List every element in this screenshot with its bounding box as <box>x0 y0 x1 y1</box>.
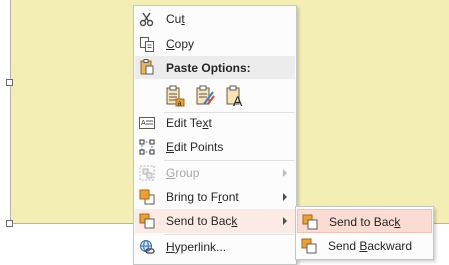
menu-item-edit-points[interactable]: Edit Points <box>135 135 295 159</box>
submenu-item-label: Send to Back <box>329 215 401 229</box>
menu-item-send-to-back[interactable]: Send to Back <box>135 209 295 233</box>
paste-picture-icon[interactable] <box>194 84 216 108</box>
hyperlink-icon <box>138 238 156 256</box>
resize-handle-left[interactable] <box>6 79 13 86</box>
menu-item-label: Send to Back <box>166 214 238 228</box>
send-backward-icon <box>300 237 318 255</box>
menu-item-group: Group <box>135 161 295 185</box>
slide-canvas <box>0 0 10 224</box>
send-to-back-submenu: Send to Back Send Backward <box>295 206 434 260</box>
edit-points-icon <box>138 138 156 156</box>
paste-options-label: Paste Options: <box>166 61 251 75</box>
menu-item-bring-to-front[interactable]: Bring to Front <box>135 185 295 209</box>
context-menu: Cut Copy Paste Options: a A A Edit Text … <box>133 5 297 265</box>
menu-item-hyperlink[interactable]: Hyperlink... <box>135 235 295 259</box>
svg-text:a: a <box>178 100 182 107</box>
scissors-icon <box>138 10 156 28</box>
group-icon <box>138 164 156 182</box>
svg-text:A: A <box>141 120 146 127</box>
menu-item-label: Cut <box>166 12 185 26</box>
edit-text-icon: A <box>138 114 156 132</box>
send-to-back-icon <box>301 213 319 231</box>
bring-to-front-icon <box>138 188 156 206</box>
menu-item-label: Bring to Front <box>166 190 239 204</box>
submenu-arrow-icon <box>283 193 287 201</box>
paste-keep-formatting-icon[interactable]: a <box>164 84 186 108</box>
menu-item-label: Edit Points <box>166 140 224 154</box>
menu-item-edit-text[interactable]: A Edit Text <box>135 111 295 135</box>
submenu-item-send-backward[interactable]: Send Backward <box>297 234 432 258</box>
menu-item-label: Edit Text <box>166 116 212 130</box>
paste-options-row: a A <box>164 82 264 110</box>
menu-item-label: Copy <box>166 37 195 51</box>
menu-item-label: Group <box>166 166 200 180</box>
send-to-back-icon <box>138 212 156 230</box>
copy-icon <box>138 35 156 53</box>
submenu-item-label: Send Backward <box>328 239 413 253</box>
submenu-item-send-to-back[interactable]: Send to Back <box>297 209 432 233</box>
svg-text:A: A <box>233 93 243 108</box>
clipboard-icon <box>138 58 156 79</box>
paste-keep-text-only-icon[interactable]: A <box>224 84 246 109</box>
menu-item-copy[interactable]: Copy <box>135 32 295 56</box>
paste-options-header: Paste Options: <box>135 56 295 79</box>
menu-item-label: Hyperlink... <box>166 240 227 254</box>
menu-item-cut[interactable]: Cut <box>135 7 295 31</box>
submenu-arrow-icon <box>283 169 287 177</box>
submenu-arrow-icon <box>283 217 287 225</box>
resize-handle-bottom-left[interactable] <box>6 220 13 227</box>
